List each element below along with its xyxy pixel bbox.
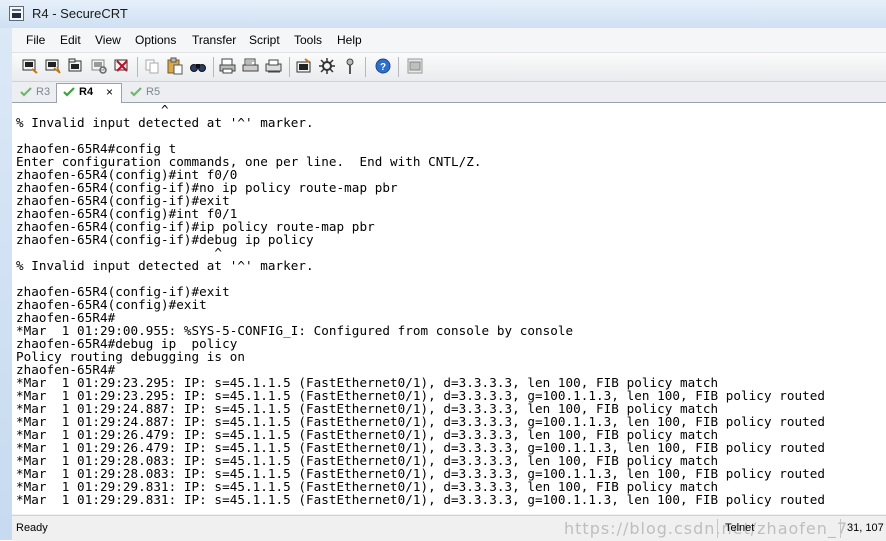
menu-tools[interactable]: Tools bbox=[294, 33, 322, 47]
connect-tab-icon[interactable] bbox=[67, 57, 85, 75]
connected-check-icon bbox=[20, 87, 32, 97]
connected-check-icon bbox=[63, 87, 75, 97]
print-selection-icon[interactable] bbox=[242, 57, 260, 75]
menu-view[interactable]: View bbox=[95, 33, 121, 47]
status-divider bbox=[717, 519, 718, 538]
status-ready: Ready bbox=[16, 522, 48, 534]
status-bar: Ready https://blog.csdn.net/zhaofen_7 Te… bbox=[12, 515, 886, 541]
tab-label: R4 bbox=[79, 86, 94, 98]
toolbar-separator bbox=[289, 57, 290, 77]
toolbar: ? bbox=[12, 53, 886, 82]
sftp-icon[interactable] bbox=[406, 57, 424, 75]
menu-file[interactable]: File bbox=[26, 33, 45, 47]
securecrt-app-icon[interactable] bbox=[9, 6, 24, 21]
global-options-icon[interactable] bbox=[318, 57, 336, 75]
terminal-line: *Mar 1 01:29:29.831: IP: s=45.1.1.5 (Fas… bbox=[16, 492, 825, 507]
terminal-output[interactable]: ^ % Invalid input detected at '^' marker… bbox=[12, 103, 886, 514]
menu-script[interactable]: Script bbox=[249, 33, 280, 47]
help-icon[interactable]: ? bbox=[374, 57, 392, 75]
menu-options[interactable]: Options bbox=[135, 33, 176, 47]
find-icon[interactable] bbox=[189, 57, 207, 75]
menu-transfer[interactable]: Transfer bbox=[192, 33, 236, 47]
close-tab-icon[interactable]: × bbox=[106, 84, 113, 101]
connected-check-icon bbox=[130, 87, 142, 97]
status-divider bbox=[840, 519, 841, 538]
printer-setup-icon[interactable] bbox=[265, 57, 283, 75]
client-area: File Edit View Options Transfer Script T… bbox=[12, 28, 886, 541]
toolbar-separator bbox=[213, 57, 214, 77]
tab-label: R3 bbox=[36, 86, 51, 98]
title-bar[interactable]: R4 - SecureCRT bbox=[0, 0, 886, 28]
application-window: R4 - SecureCRT File Edit View Options Tr… bbox=[0, 0, 886, 541]
status-cursor-position: 31, 107 bbox=[847, 522, 884, 534]
disconnect-icon[interactable] bbox=[113, 57, 131, 75]
copy-icon[interactable] bbox=[143, 57, 161, 75]
terminal-text: ^ % Invalid input detected at '^' marker… bbox=[12, 103, 825, 506]
menu-help[interactable]: Help bbox=[337, 33, 362, 47]
svg-text:?: ? bbox=[380, 62, 386, 73]
session-options-icon[interactable] bbox=[295, 57, 313, 75]
print-icon[interactable] bbox=[219, 57, 237, 75]
quick-connect-icon[interactable] bbox=[44, 57, 62, 75]
toolbar-separator bbox=[365, 57, 366, 77]
menu-edit[interactable]: Edit bbox=[60, 33, 81, 47]
menu-bar: File Edit View Options Transfer Script T… bbox=[12, 28, 886, 53]
terminal-line: % Invalid input detected at '^' marker. bbox=[16, 115, 314, 130]
tab-r4[interactable]: R4 × bbox=[56, 83, 122, 103]
tab-label: R5 bbox=[146, 86, 161, 98]
session-tab-bar: R3 R4 × R5 bbox=[12, 82, 886, 103]
tab-r5[interactable]: R5 bbox=[124, 84, 170, 102]
window-title: R4 - SecureCRT bbox=[32, 6, 128, 21]
toolbar-separator bbox=[137, 57, 138, 77]
paste-icon[interactable] bbox=[166, 57, 184, 75]
toolbar-separator bbox=[398, 57, 399, 77]
tab-r3[interactable]: R3 bbox=[14, 84, 56, 102]
connect-icon[interactable] bbox=[21, 57, 39, 75]
status-protocol: Telnet bbox=[725, 522, 755, 534]
terminal-line: % Invalid input detected at '^' marker. bbox=[16, 258, 314, 273]
reconnect-icon[interactable] bbox=[90, 57, 108, 75]
watermark-text: https://blog.csdn.net/zhaofen_7 bbox=[564, 519, 849, 538]
keymap-icon[interactable] bbox=[341, 57, 359, 75]
